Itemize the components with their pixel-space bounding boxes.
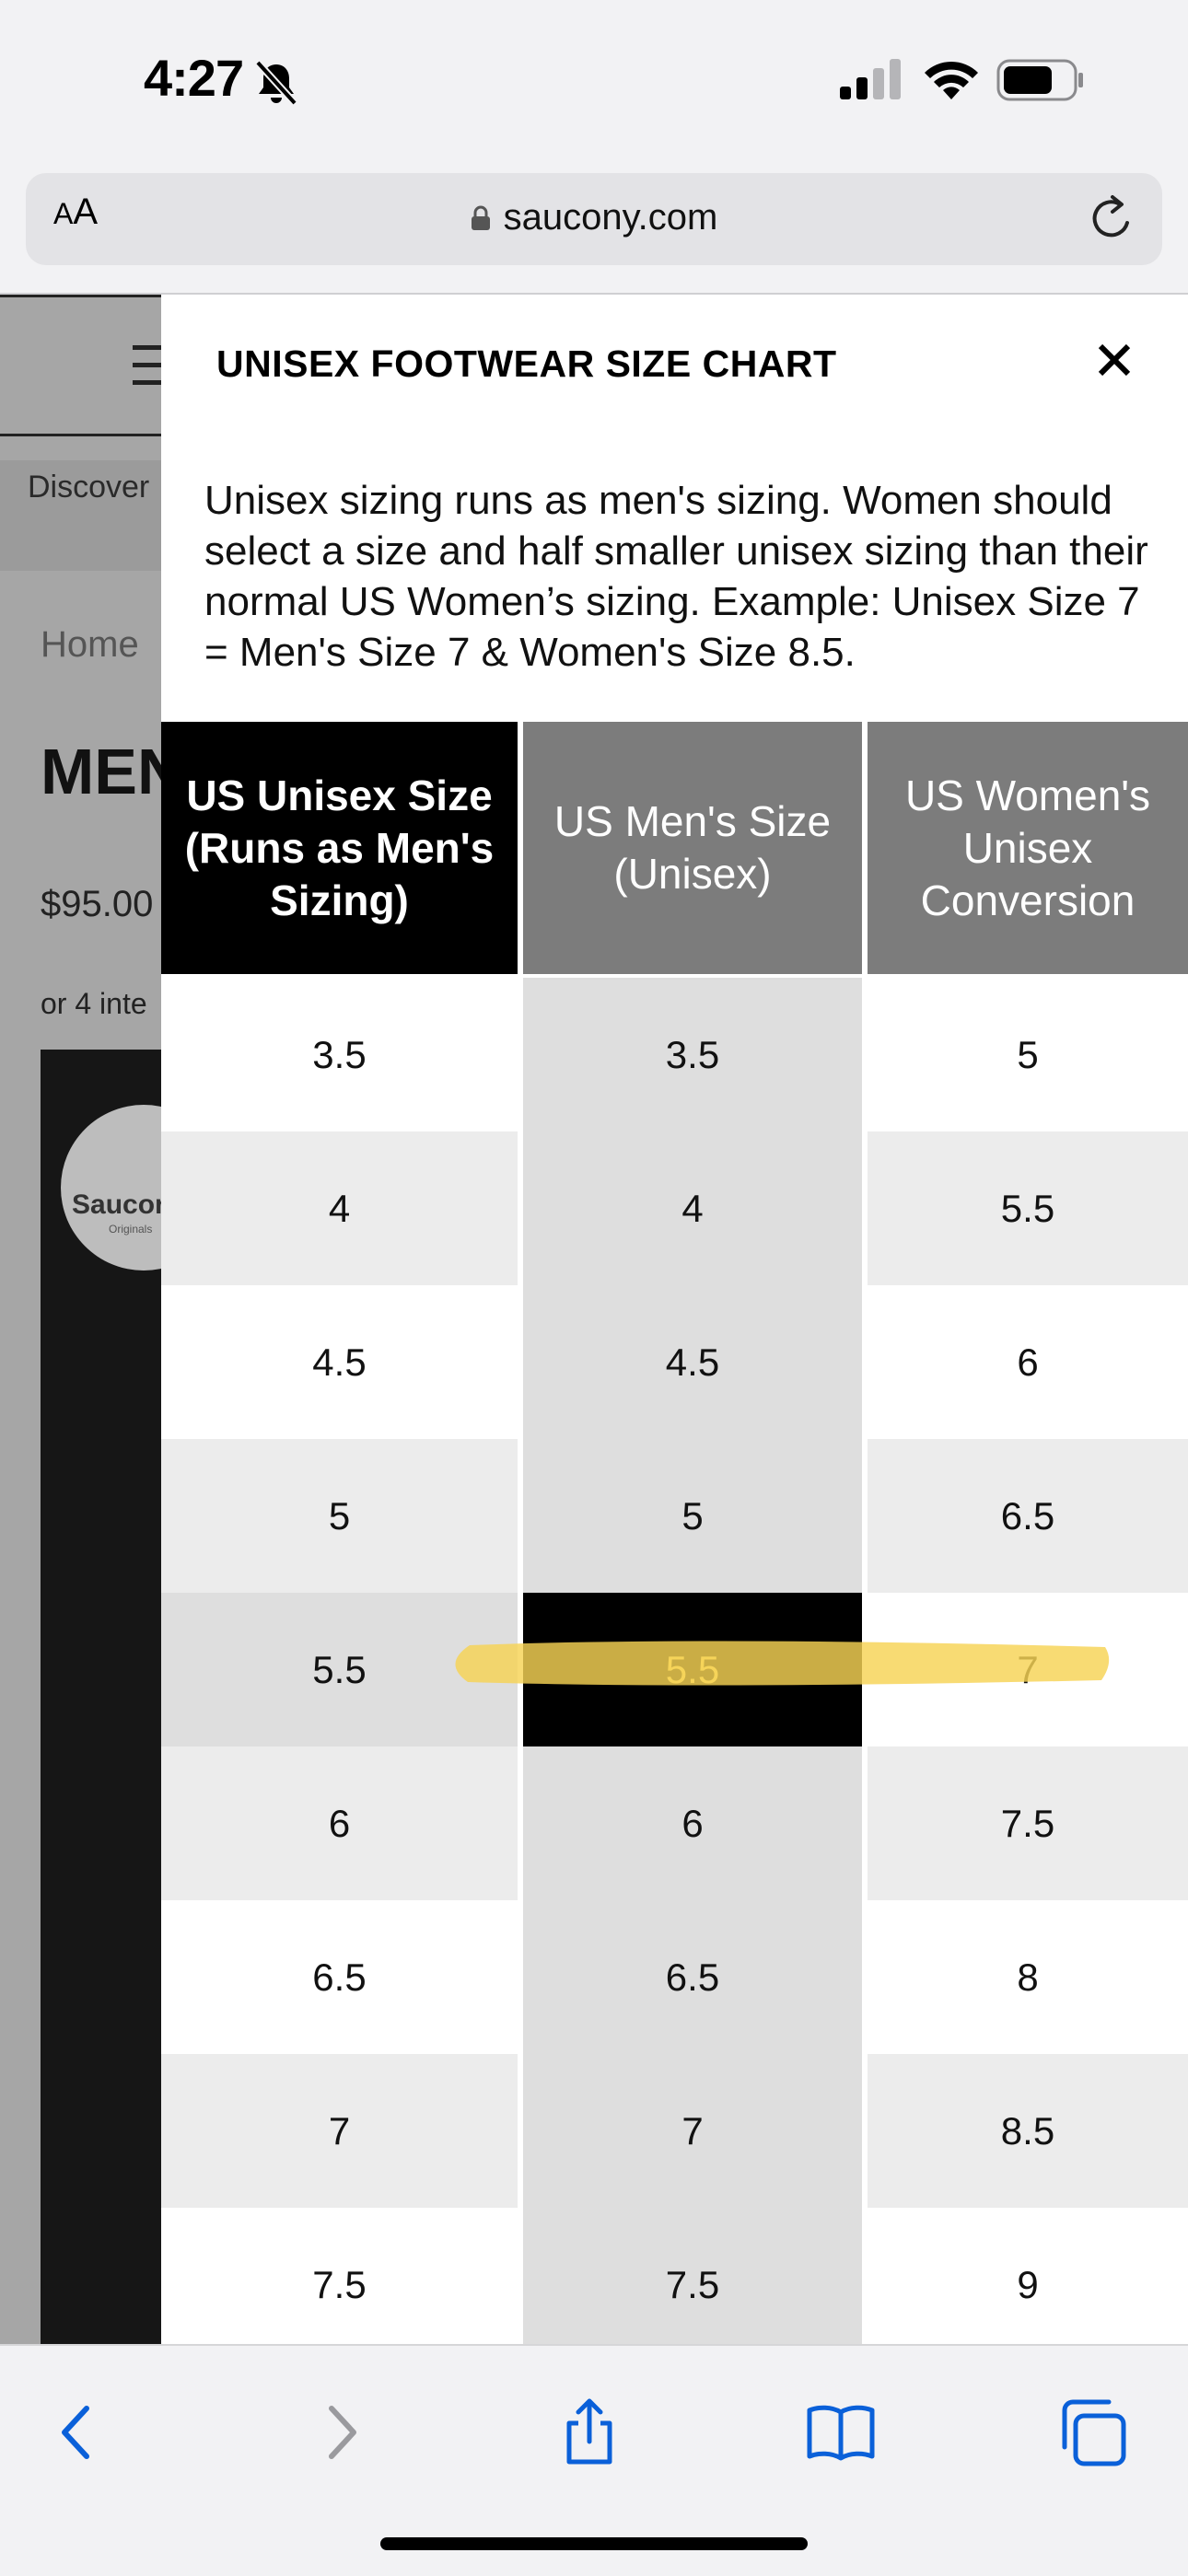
table-row: 7.5 7.5 9 xyxy=(161,2208,1188,2344)
cell-womens-conversion: 6 xyxy=(868,1285,1188,1439)
cell-womens-conversion: 5 xyxy=(868,978,1188,1131)
forward-icon[interactable] xyxy=(302,2396,376,2469)
header-unisex-size: US Unisex Size (Runs as Men's Sizing) xyxy=(161,722,518,974)
site-header xyxy=(0,295,184,436)
wifi-icon xyxy=(925,61,978,99)
signal-icon xyxy=(840,59,901,99)
table-row: 5 5 6.5 xyxy=(161,1439,1188,1593)
cell-unisex-size: 7 xyxy=(161,2054,518,2208)
installment-text: or 4 inte xyxy=(41,987,147,1020)
bookmarks-icon[interactable] xyxy=(804,2396,878,2469)
cell-mens-size: 5.5 xyxy=(523,1593,862,1746)
back-icon[interactable] xyxy=(42,2396,116,2469)
cell-mens-size: 7 xyxy=(523,2054,862,2208)
cell-unisex-size: 7.5 xyxy=(161,2208,518,2344)
breadcrumb-home[interactable]: Home xyxy=(41,624,139,666)
product-price: $95.00 xyxy=(41,884,154,924)
header-womens-conversion: US Women's Unisex Conversion xyxy=(868,722,1188,974)
cell-unisex-size: 4 xyxy=(161,1131,518,1285)
share-icon[interactable] xyxy=(553,2396,626,2469)
cell-womens-conversion: 7.5 xyxy=(868,1746,1188,1900)
table-row: 7 7 8.5 xyxy=(161,2054,1188,2208)
table-row: 6 6 7.5 xyxy=(161,1746,1188,1900)
cell-womens-conversion: 5.5 xyxy=(868,1131,1188,1285)
modal-title: UNISEX FOOTWEAR SIZE CHART xyxy=(216,342,837,385)
home-indicator xyxy=(380,2537,808,2550)
cell-womens-conversion: 8.5 xyxy=(868,2054,1188,2208)
reload-icon[interactable] xyxy=(1085,191,1136,247)
lock-icon xyxy=(471,205,490,230)
cell-mens-size: 6.5 xyxy=(523,1900,862,2054)
cell-unisex-size: 3.5 xyxy=(161,978,518,1131)
cell-unisex-size: 5 xyxy=(161,1439,518,1593)
cell-womens-conversion: 7 xyxy=(868,1593,1188,1746)
table-row: 4 4 5.5 xyxy=(161,1131,1188,1285)
bell-slash-icon xyxy=(255,60,297,106)
tabs-icon[interactable] xyxy=(1057,2396,1131,2469)
cell-mens-size: 4.5 xyxy=(523,1285,862,1439)
cell-womens-conversion: 8 xyxy=(868,1900,1188,2054)
cell-unisex-size: 6.5 xyxy=(161,1900,518,2054)
cell-unisex-size: 6 xyxy=(161,1746,518,1900)
cell-womens-conversion: 9 xyxy=(868,2208,1188,2344)
table-row: 4.5 4.5 6 xyxy=(161,1285,1188,1439)
nav-discover[interactable]: Discover xyxy=(28,470,149,505)
battery-icon xyxy=(996,59,1083,101)
status-bar: 4:27 xyxy=(0,0,1188,166)
cell-mens-size: 4 xyxy=(523,1131,862,1285)
status-time: 4:27 xyxy=(144,49,244,107)
header-mens-size: US Men's Size (Unisex) xyxy=(523,722,862,974)
table-row: 3.5 3.5 5 xyxy=(161,978,1188,1131)
close-icon[interactable] xyxy=(1093,339,1136,381)
cell-mens-size: 3.5 xyxy=(523,978,862,1131)
size-chart-modal: UNISEX FOOTWEAR SIZE CHART Unisex sizing… xyxy=(161,295,1188,2344)
cell-unisex-size: 5.5 xyxy=(161,1593,518,1746)
cell-mens-size: 6 xyxy=(523,1746,862,1900)
cell-mens-size: 7.5 xyxy=(523,2208,862,2344)
cell-womens-conversion: 6.5 xyxy=(868,1439,1188,1593)
table-header: US Unisex Size (Runs as Men's Sizing) US… xyxy=(161,722,1188,978)
url-field[interactable]: saucony.com xyxy=(26,197,1162,238)
cell-unisex-size: 4.5 xyxy=(161,1285,518,1439)
address-bar[interactable]: AA saucony.com xyxy=(26,173,1162,265)
url-text: saucony.com xyxy=(503,197,718,238)
modal-description: Unisex sizing runs as men's sizing. Wome… xyxy=(204,478,1148,675)
cell-mens-size: 5 xyxy=(523,1439,862,1593)
table-row: 5.5 5.5 7 xyxy=(161,1593,1188,1746)
table-row: 6.5 6.5 8 xyxy=(161,1900,1188,2054)
